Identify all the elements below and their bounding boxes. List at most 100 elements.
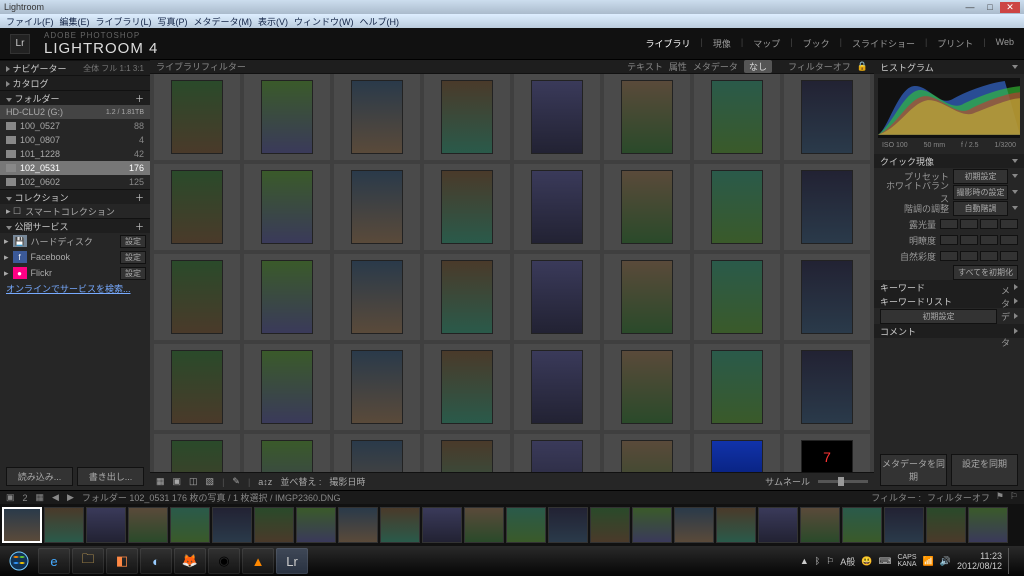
maximize-button[interactable]: □ bbox=[980, 2, 1000, 12]
publish-service[interactable]: ▸fFacebook設定 bbox=[0, 249, 150, 265]
filmstrip-thumb[interactable] bbox=[2, 507, 42, 543]
grid-cell[interactable] bbox=[244, 344, 330, 430]
grid-cell[interactable] bbox=[154, 434, 240, 472]
grid-cell[interactable] bbox=[784, 164, 870, 250]
autotone-button[interactable]: 自動階調 bbox=[953, 201, 1008, 216]
publish-header[interactable]: 公開サービス ＋ bbox=[0, 219, 150, 233]
comment-header[interactable]: コメント bbox=[874, 324, 1024, 338]
filter-tab[interactable]: なし bbox=[744, 60, 772, 73]
taskbar-chrome-icon[interactable]: ◉ bbox=[208, 548, 240, 574]
grid-cell[interactable] bbox=[154, 254, 240, 340]
taskbar-vlc-icon[interactable]: ▲ bbox=[242, 548, 274, 574]
filter-off[interactable]: フィルターオフ bbox=[788, 60, 851, 73]
grid-cell[interactable] bbox=[694, 254, 780, 340]
grid-cell[interactable] bbox=[334, 74, 420, 160]
ime-mode-icon[interactable]: 😃 bbox=[861, 556, 872, 567]
filmstrip-thumb[interactable] bbox=[380, 507, 420, 543]
grid-cell[interactable] bbox=[694, 74, 780, 160]
grid-toggle-icon[interactable]: ▦ bbox=[36, 492, 45, 503]
grid-cell[interactable] bbox=[424, 434, 510, 472]
grid-cell[interactable] bbox=[154, 74, 240, 160]
grid-cell[interactable] bbox=[334, 254, 420, 340]
main-window-icon[interactable]: ▣ bbox=[6, 492, 15, 503]
menu-item[interactable]: 表示(V) bbox=[258, 15, 288, 28]
grid-cell[interactable] bbox=[154, 344, 240, 430]
taskbar-explorer-icon[interactable]: 🗀 bbox=[72, 548, 104, 574]
ime-tool-icon[interactable]: ⌨ bbox=[878, 556, 891, 567]
filmstrip-thumb[interactable] bbox=[128, 507, 168, 543]
grid-cell[interactable] bbox=[784, 74, 870, 160]
grid-cell[interactable] bbox=[424, 164, 510, 250]
filmstrip-thumb[interactable] bbox=[758, 507, 798, 543]
filmstrip-thumb[interactable] bbox=[212, 507, 252, 543]
filmstrip-thumb[interactable] bbox=[254, 507, 294, 543]
menu-item[interactable]: ファイル(F) bbox=[6, 15, 54, 28]
folders-header[interactable]: フォルダー ＋ bbox=[0, 91, 150, 105]
menu-item[interactable]: 編集(E) bbox=[60, 15, 90, 28]
service-setup-button[interactable]: 設定 bbox=[120, 251, 146, 264]
sort-direction-icon[interactable]: a↕z bbox=[258, 477, 272, 487]
ime-caps-icon[interactable]: CAPSKANA bbox=[897, 554, 916, 568]
loupe-view-icon[interactable]: ▣ bbox=[173, 476, 182, 487]
grid-cell[interactable] bbox=[514, 164, 600, 250]
preset-dropdown[interactable]: 初期設定 bbox=[953, 169, 1008, 184]
reset-all-button[interactable]: すべてを初期化 bbox=[953, 265, 1018, 280]
tray-action-icon[interactable]: ⚐ bbox=[826, 556, 834, 567]
grid-cell[interactable] bbox=[334, 434, 420, 472]
close-button[interactable]: ✕ bbox=[1000, 2, 1020, 13]
grid-cell[interactable] bbox=[604, 164, 690, 250]
filmstrip-thumb[interactable] bbox=[884, 507, 924, 543]
filmstrip-thumb[interactable] bbox=[548, 507, 588, 543]
meta-preset[interactable]: 初期設定 bbox=[880, 309, 997, 324]
grid-cell[interactable] bbox=[514, 344, 600, 430]
grid-cell[interactable] bbox=[514, 434, 600, 472]
sort-value[interactable]: 撮影日時 bbox=[329, 475, 365, 488]
menu-item[interactable]: メタデータ(M) bbox=[194, 15, 253, 28]
grid-cell[interactable] bbox=[334, 344, 420, 430]
folder-item[interactable]: 102_0602125 bbox=[0, 175, 150, 189]
folder-item[interactable]: 102_0531176 bbox=[0, 161, 150, 175]
tray-volume-icon[interactable]: 🔊 bbox=[940, 556, 951, 567]
grid-cell[interactable] bbox=[244, 434, 330, 472]
find-services-link[interactable]: オンラインでサービスを検索... bbox=[0, 281, 150, 295]
grid-view-icon[interactable]: ▦ bbox=[156, 476, 165, 487]
filmstrip-thumb[interactable] bbox=[464, 507, 504, 543]
breadcrumb[interactable]: フォルダー 102_0531 176 枚の写真 / 1 枚選択 / IMGP23… bbox=[82, 491, 341, 504]
menu-item[interactable]: ヘルプ(H) bbox=[360, 15, 400, 28]
collections-header[interactable]: コレクション ＋ bbox=[0, 190, 150, 204]
thumbnail-grid[interactable]: 7 bbox=[150, 74, 874, 472]
lock-icon[interactable]: 🔒 bbox=[857, 61, 868, 72]
clock-time[interactable]: 11:23 bbox=[957, 551, 1002, 561]
stepper[interactable] bbox=[940, 219, 1018, 229]
histogram-header[interactable]: ヒストグラム bbox=[874, 60, 1024, 74]
grid-cell[interactable] bbox=[694, 434, 780, 472]
flag-reject-icon[interactable]: ⚐ bbox=[1010, 491, 1018, 504]
import-button[interactable]: 読み込み... bbox=[6, 467, 73, 486]
filmstrip-thumb[interactable] bbox=[44, 507, 84, 543]
filter-tab[interactable]: 属性 bbox=[669, 60, 687, 73]
sync-settings-button[interactable]: 設定を同期 bbox=[951, 454, 1018, 486]
filmstrip-thumb[interactable] bbox=[800, 507, 840, 543]
module-tab[interactable]: マップ bbox=[753, 37, 780, 50]
publish-service[interactable]: ▸💾ハードディスク設定 bbox=[0, 233, 150, 249]
taskbar-firefox-icon[interactable]: 🦊 bbox=[174, 548, 206, 574]
module-tab[interactable]: ブック bbox=[803, 37, 830, 50]
start-button[interactable] bbox=[2, 548, 36, 574]
tray-bluetooth-icon[interactable]: ᛒ bbox=[815, 556, 820, 566]
taskbar-app1-icon[interactable]: ◧ bbox=[106, 548, 138, 574]
grid-cell[interactable] bbox=[784, 254, 870, 340]
tray-network-icon[interactable]: 📶 bbox=[923, 556, 934, 567]
filmstrip-thumb[interactable] bbox=[590, 507, 630, 543]
service-setup-button[interactable]: 設定 bbox=[120, 267, 146, 280]
grid-cell[interactable] bbox=[424, 74, 510, 160]
painter-icon[interactable]: ✎ bbox=[232, 476, 240, 487]
stepper[interactable] bbox=[940, 235, 1018, 245]
quickdev-header[interactable]: クイック現像 bbox=[874, 154, 1024, 168]
export-button[interactable]: 書き出し... bbox=[77, 467, 144, 486]
smart-collections[interactable]: ▸ ☐スマートコレクション bbox=[0, 204, 150, 218]
grid-cell[interactable] bbox=[154, 164, 240, 250]
filmstrip-thumb[interactable] bbox=[86, 507, 126, 543]
grid-cell[interactable] bbox=[604, 74, 690, 160]
grid-cell[interactable] bbox=[424, 344, 510, 430]
module-tab[interactable]: ライブラリ bbox=[646, 37, 691, 50]
